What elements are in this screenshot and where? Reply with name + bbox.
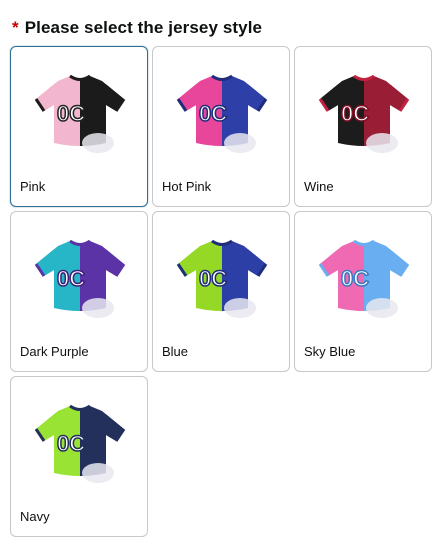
style-option-hot-pink[interactable]: 0C Hot Pink <box>152 46 290 207</box>
style-option-dark-purple[interactable]: 0C Dark Purple <box>10 211 148 372</box>
style-option-label: Hot Pink <box>162 179 212 194</box>
svg-text:0C: 0C <box>341 266 369 291</box>
style-option-blue[interactable]: 0C Blue <box>152 211 290 372</box>
jersey-image: 0C <box>30 395 130 495</box>
jersey-image: 0C <box>30 230 130 330</box>
svg-text:0C: 0C <box>199 266 227 291</box>
jersey-image: 0C <box>30 65 130 165</box>
style-option-label: Dark Purple <box>20 344 89 359</box>
style-option-sky-blue[interactable]: 0C Sky Blue <box>294 211 432 372</box>
required-asterisk: * <box>12 18 19 37</box>
heading-text: Please select the jersey style <box>24 18 263 37</box>
jersey-style-heading: * Please select the jersey style <box>12 18 262 38</box>
svg-text:0C: 0C <box>199 101 227 126</box>
jersey-image: 0C <box>172 230 272 330</box>
svg-text:0C: 0C <box>57 431 85 456</box>
style-option-label: Navy <box>20 509 50 524</box>
style-option-wine[interactable]: 0C Wine <box>294 46 432 207</box>
jersey-image: 0C <box>314 230 414 330</box>
jersey-image: 0C <box>314 65 414 165</box>
style-option-navy[interactable]: 0C Navy <box>10 376 148 537</box>
style-option-label: Wine <box>304 179 334 194</box>
style-option-label: Blue <box>162 344 189 359</box>
style-option-label: Pink <box>20 179 46 194</box>
svg-text:0C: 0C <box>57 101 85 126</box>
style-option-pink[interactable]: 0C Pink <box>10 46 148 207</box>
svg-text:0C: 0C <box>341 101 369 126</box>
svg-text:0C: 0C <box>57 266 85 291</box>
jersey-image: 0C <box>172 65 272 165</box>
style-option-label: Sky Blue <box>304 344 356 359</box>
